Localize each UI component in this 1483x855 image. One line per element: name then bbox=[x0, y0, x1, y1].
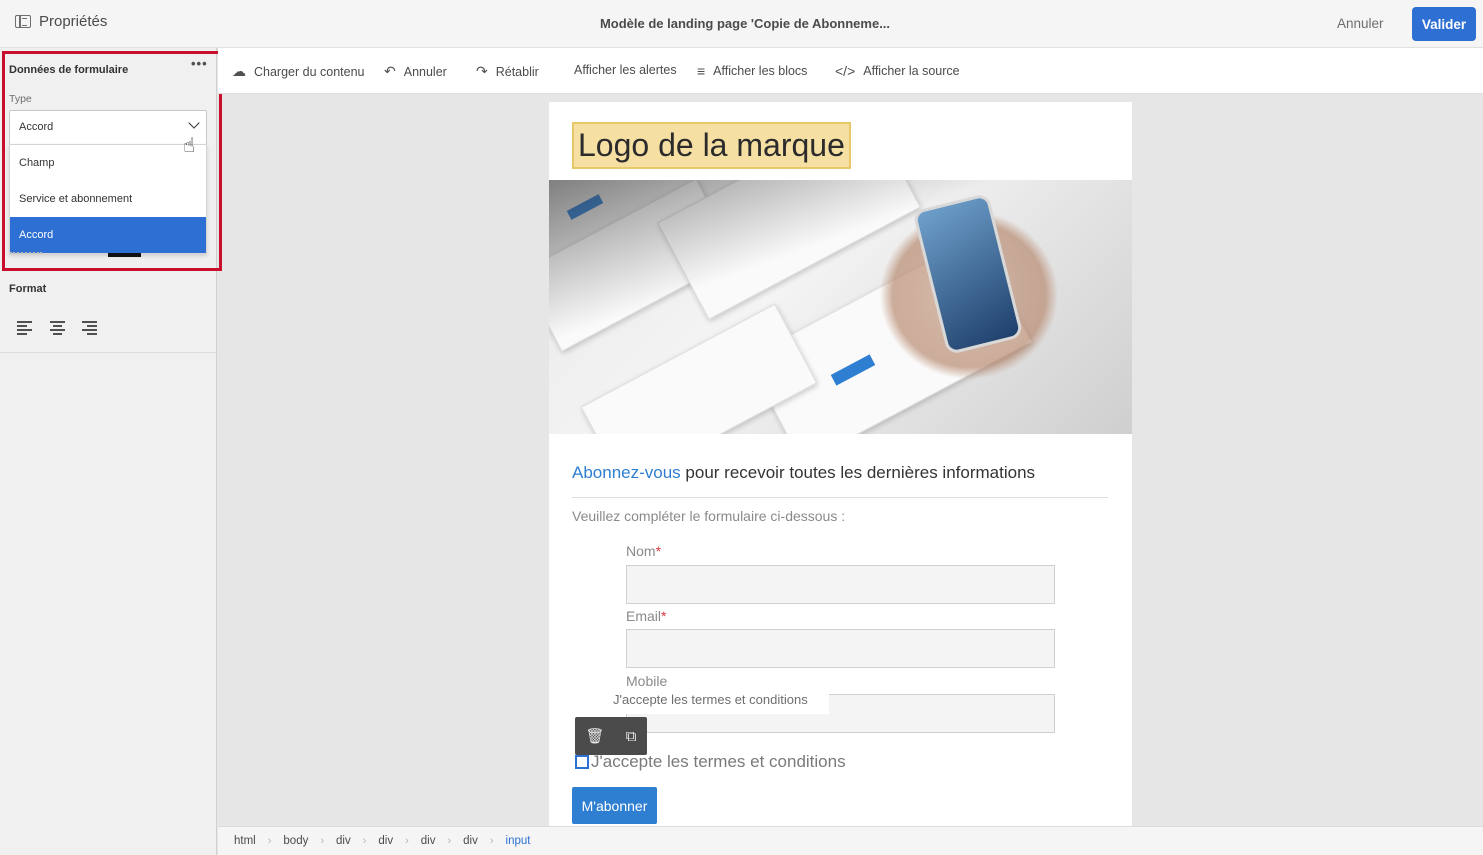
align-right-icon[interactable] bbox=[82, 321, 97, 335]
chevron-right-icon: › bbox=[447, 835, 452, 847]
subscribe-heading: Abonnez-vous pour recevoir toutes les de… bbox=[572, 463, 1035, 483]
properties-label: Propriétés bbox=[39, 13, 108, 30]
type-options-list: Champ Service et abonnement Accord bbox=[9, 144, 207, 254]
divider bbox=[572, 497, 1108, 498]
undo-icon: ↶ bbox=[384, 63, 396, 79]
breadcrumb-item[interactable]: body bbox=[283, 835, 308, 847]
type-select[interactable]: Accord bbox=[9, 110, 207, 144]
landing-page-canvas: Logo de la marque Abonnez-vous pour rece… bbox=[549, 102, 1132, 826]
properties-toggle[interactable]: Propriétés bbox=[15, 13, 107, 30]
email-field[interactable] bbox=[626, 629, 1055, 668]
show-alerts-label: Afficher les alertes bbox=[574, 63, 677, 77]
pointer-cursor-icon: ☝ bbox=[183, 135, 196, 157]
chevron-down-icon[interactable] bbox=[188, 117, 200, 129]
show-source-button[interactable]: </> Afficher la source bbox=[835, 63, 960, 79]
page-title: Modèle de landing page 'Copie de Abonnem… bbox=[599, 16, 891, 31]
duplicate-icon[interactable]: ⧉ bbox=[626, 728, 637, 745]
required-marker: * bbox=[655, 543, 662, 559]
form-intro: Veuillez compléter le formulaire ci-dess… bbox=[572, 508, 846, 524]
code-icon: </> bbox=[835, 63, 856, 79]
chevron-right-icon: › bbox=[489, 835, 494, 847]
breadcrumb-item[interactable]: div bbox=[378, 835, 393, 847]
type-label: Type bbox=[9, 93, 32, 105]
type-select-value: Accord bbox=[19, 121, 54, 133]
terms-checkbox[interactable] bbox=[575, 755, 589, 769]
subscribe-button[interactable]: M'abonner bbox=[572, 787, 657, 824]
chevron-right-icon: › bbox=[362, 835, 367, 847]
more-options-icon[interactable]: ••• bbox=[191, 56, 208, 71]
redo-label: Rétablir bbox=[495, 64, 539, 79]
name-label: Nom* bbox=[626, 543, 661, 559]
validate-button[interactable]: Valider bbox=[1412, 7, 1476, 41]
divider bbox=[0, 352, 217, 353]
breadcrumb: html › body › div › div › div › div › input bbox=[218, 826, 1483, 855]
align-left-icon[interactable] bbox=[17, 321, 32, 335]
redo-button[interactable]: ↷ Rétablir bbox=[476, 63, 539, 80]
name-label-text: Nom bbox=[626, 543, 656, 559]
chevron-right-icon: › bbox=[405, 835, 409, 847]
breadcrumb-item[interactable]: div bbox=[421, 835, 436, 847]
undo-label: Annuler bbox=[403, 64, 447, 79]
trash-icon[interactable]: 🗑 bbox=[586, 727, 605, 745]
show-source-label: Afficher la source bbox=[863, 64, 960, 78]
show-alerts-button[interactable]: Afficher les alertes bbox=[574, 63, 677, 77]
divider bbox=[10, 252, 42, 256]
subscribe-heading-accent: Abonnez-vous bbox=[572, 463, 681, 482]
properties-sidebar: Données de formulaire ••• Type Accord Ch… bbox=[0, 48, 222, 855]
form-data-title: Données de formulaire bbox=[9, 64, 129, 76]
terms-inline-label: J'accepte les termes et conditions bbox=[613, 692, 829, 714]
option-champ[interactable]: Champ bbox=[10, 145, 206, 181]
load-content-label: Charger du contenu bbox=[254, 64, 365, 79]
required-marker: * bbox=[661, 608, 667, 624]
option-accord[interactable]: Accord bbox=[10, 217, 206, 253]
editor-toolbar: ☁ Charger du contenu ↶ Annuler ↷ Rétabli… bbox=[218, 48, 1483, 94]
redo-icon: ↷ bbox=[476, 63, 488, 79]
email-label-text: Email bbox=[626, 608, 662, 624]
email-label: Email* bbox=[626, 608, 666, 624]
hero-image[interactable] bbox=[549, 180, 1132, 434]
mobile-label: Mobile bbox=[626, 673, 667, 689]
subscribe-heading-text: pour recevoir toutes les dernières infor… bbox=[680, 463, 1036, 482]
cloud-upload-icon: ☁ bbox=[232, 63, 246, 79]
block-context-toolbar: 🗑 ⧉ bbox=[575, 717, 647, 755]
name-field[interactable] bbox=[626, 565, 1055, 604]
breadcrumb-item[interactable]: div bbox=[336, 835, 351, 847]
format-title: Format bbox=[9, 283, 47, 295]
terms-checkbox-label: J'accepte les termes et conditions bbox=[591, 752, 846, 771]
divider bbox=[108, 253, 141, 257]
breadcrumb-item-active[interactable]: input bbox=[506, 835, 531, 847]
undo-button[interactable]: ↶ Annuler bbox=[384, 63, 447, 80]
mobile-label-text: Mobile bbox=[626, 673, 668, 689]
chevron-right-icon: › bbox=[267, 835, 272, 847]
option-service-abonnement[interactable]: Service et abonnement bbox=[10, 181, 206, 217]
panel-icon bbox=[15, 15, 31, 28]
blocks-icon: ≡ bbox=[697, 63, 706, 79]
top-bar: Propriétés Modèle de landing page 'Copie… bbox=[0, 0, 1483, 48]
show-blocks-button[interactable]: ≡ Afficher les blocs bbox=[697, 63, 807, 79]
brand-logo-placeholder[interactable]: Logo de la marque bbox=[572, 122, 851, 169]
chevron-right-icon: › bbox=[320, 835, 325, 847]
align-center-icon[interactable] bbox=[50, 321, 65, 335]
show-blocks-label: Afficher les blocs bbox=[713, 64, 808, 78]
load-content-button[interactable]: ☁ Charger du contenu bbox=[232, 63, 365, 80]
breadcrumb-item[interactable]: div bbox=[463, 835, 478, 847]
breadcrumb-item[interactable]: html bbox=[234, 835, 256, 847]
cancel-button[interactable]: Annuler bbox=[1337, 16, 1384, 31]
